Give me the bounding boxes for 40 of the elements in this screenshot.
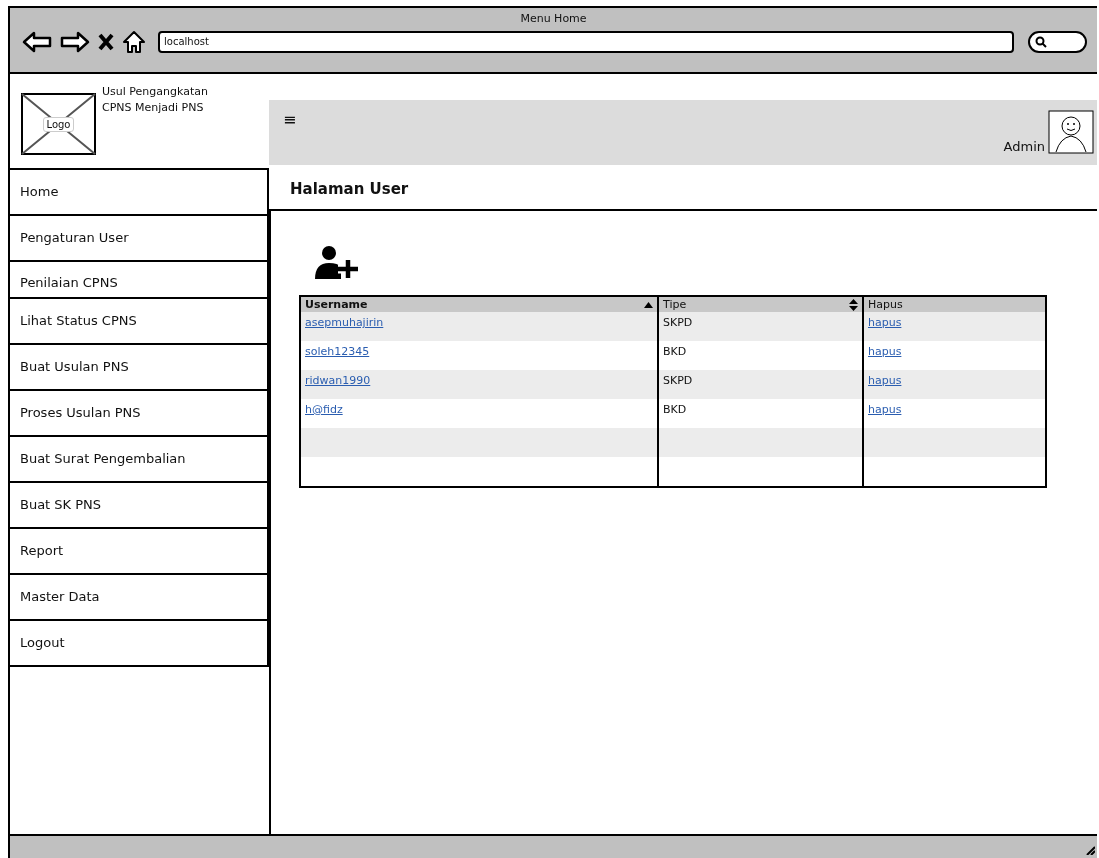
sidebar-item[interactable]: Proses Usulan PNS (10, 391, 269, 437)
table-cell: SKPD (663, 316, 693, 329)
app-title: CPNS Menjadi PNS (102, 100, 205, 116)
sidebar-item[interactable]: Buat Surat Pengembalian (10, 437, 269, 483)
image-placeholder-icon (21, 93, 96, 155)
delete-link[interactable]: hapus (868, 374, 902, 387)
menu-icon[interactable]: ≡ (283, 110, 297, 129)
address-field[interactable]: localhost (158, 31, 1014, 53)
window-title: Menu Home (519, 11, 588, 27)
sidebar-item[interactable]: Report (10, 529, 269, 575)
search-field[interactable] (1028, 31, 1087, 53)
username-link[interactable]: ridwan1990 (305, 374, 371, 387)
app-title: Usul Pengangkatan (102, 84, 208, 100)
forward-icon[interactable] (60, 30, 90, 54)
username-link[interactable]: h@fidz (305, 403, 343, 416)
table-cell: SKPD (663, 374, 693, 387)
table-cell: BKD (663, 403, 687, 416)
avatar-icon[interactable] (1048, 110, 1094, 154)
sidebar-item[interactable]: Master Data (10, 575, 269, 621)
sidebar-item[interactable]: Buat SK PNS (10, 483, 269, 529)
column-header[interactable]: Hapus (864, 297, 1045, 312)
home-icon[interactable] (122, 30, 146, 54)
sidebar-item[interactable]: Buat Usulan PNS (10, 345, 269, 391)
sidebar-item[interactable]: Pengaturan User (10, 216, 269, 262)
sidebar-item[interactable]: Penilaian CPNS (10, 262, 269, 299)
search-icon (1035, 36, 1047, 48)
sidebar-item[interactable]: Home (10, 168, 269, 216)
delete-link[interactable]: hapus (868, 403, 902, 416)
sidebar-item[interactable]: Logout (10, 621, 269, 667)
username-link[interactable]: asepmuhajirin (305, 316, 384, 329)
back-icon[interactable] (22, 30, 52, 54)
table-cell: BKD (663, 345, 687, 358)
user-name: Admin (1003, 139, 1045, 154)
username-link[interactable]: soleh12345 (305, 345, 370, 358)
delete-link[interactable]: hapus (868, 345, 902, 358)
sidebar-item[interactable]: Lihat Status CPNS (10, 299, 269, 345)
page-title: Halaman User (269, 165, 1097, 211)
delete-link[interactable]: hapus (868, 316, 902, 329)
resize-grip-icon[interactable] (1085, 845, 1095, 855)
close-icon[interactable] (98, 33, 114, 51)
